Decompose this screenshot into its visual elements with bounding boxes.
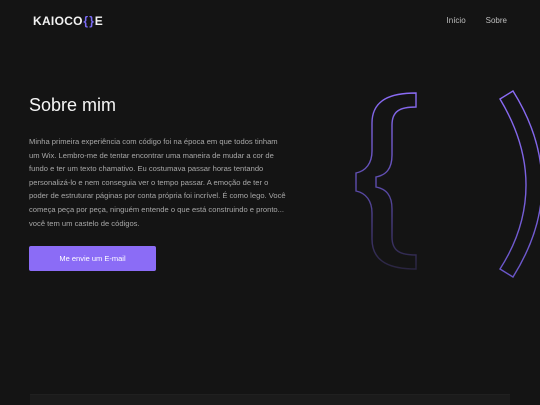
- brace-shape: [355, 92, 417, 270]
- logo-brace-close: }: [89, 14, 95, 28]
- about-paragraph: Minha primeira experiência com código fo…: [29, 137, 286, 228]
- next-section-strip: [30, 394, 510, 405]
- site-logo[interactable]: KAIOCO{} E: [33, 14, 103, 28]
- logo-text-suffix: E: [94, 14, 104, 28]
- nav-link-inicio[interactable]: Início: [447, 16, 466, 25]
- logo-text-prefix: KAIOCO: [33, 14, 83, 28]
- page: KAIOCO{} E Início Sobre Sobre mim Minha p…: [0, 0, 540, 405]
- curly-brace-outline-icon: [355, 90, 540, 278]
- top-navbar: KAIOCO{} E Início Sobre: [0, 0, 540, 42]
- email-me-button[interactable]: Me envie um E-mail: [29, 246, 156, 271]
- logo-brace-open: {: [83, 14, 89, 28]
- nav-link-sobre[interactable]: Sobre: [486, 16, 507, 25]
- paren-shape: [499, 90, 540, 278]
- page-title: Sobre mim: [29, 95, 117, 115]
- main-nav: Início Sobre: [447, 16, 507, 25]
